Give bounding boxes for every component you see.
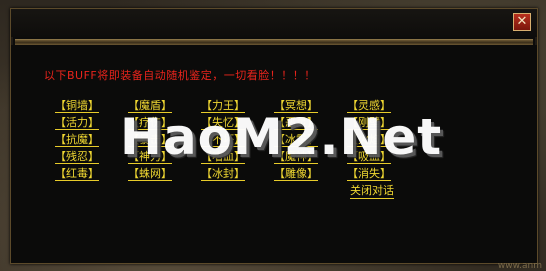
buff-link[interactable]: 【消失】 [347,167,420,183]
buff-row: 【红毒】 【蛛网】 【冰封】 【雕像】 【消失】 [55,167,420,183]
dialog-notice-text: 以下BUFF将即装备自动随机鉴定，一切看脸！！！！ [44,69,316,82]
buff-link[interactable]: 【活力】 [55,116,128,132]
footer-text: www.anm [497,261,542,271]
game-background: ✕ 以下BUFF将即装备自动随机鉴定，一切看脸！！！！ 【铜墙】 【魔盾】 【力… [0,0,546,271]
close-icon[interactable]: ✕ [513,13,531,31]
buff-link[interactable]: 【红毒】 [55,167,128,183]
site-watermark: HaoM2.Net [120,108,443,166]
buff-link[interactable]: 【冰封】 [201,167,274,183]
dialog-title-bar[interactable]: ✕ [11,9,537,37]
buff-link[interactable]: 【抗魔】 [55,133,128,149]
buff-link[interactable]: 【铜墙】 [55,99,128,115]
buff-link[interactable]: 【蛛网】 [128,167,201,183]
buff-link[interactable]: 【雕像】 [274,167,347,183]
close-dialog-link[interactable]: 关闭对话 [350,182,394,199]
buff-link[interactable]: 【残忍】 [55,150,128,166]
